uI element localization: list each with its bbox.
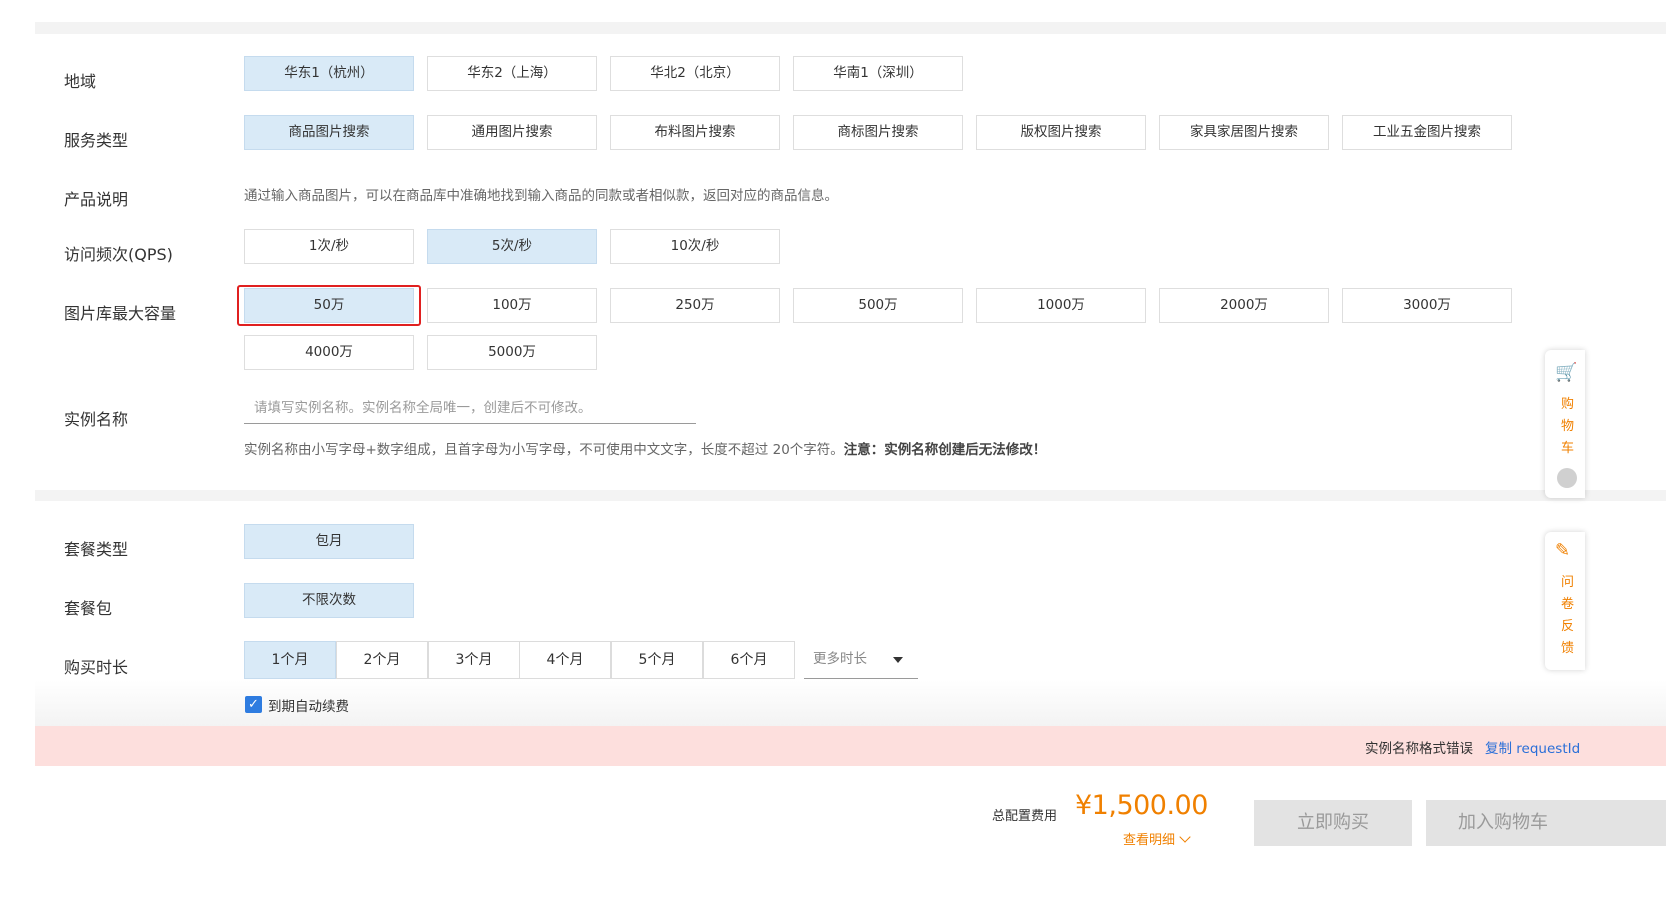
capacity-option-3000w[interactable]: 3000万	[1342, 288, 1512, 323]
edit-icon: ✎	[1555, 540, 1571, 561]
region-option-shanghai[interactable]: 华东2（上海）	[427, 56, 597, 91]
duration-option-1[interactable]: 1个月	[244, 641, 336, 679]
service-option-fabric[interactable]: 布料图片搜索	[610, 115, 780, 150]
view-details-text: 查看明细	[1123, 833, 1176, 848]
duration-option-4[interactable]: 4个月	[519, 641, 611, 679]
more-duration-text: 更多时长	[813, 651, 867, 667]
error-message: 实例名称格式错误	[1365, 741, 1473, 757]
more-duration-dropdown[interactable]: 更多时长	[804, 641, 918, 679]
auto-renew-label: 到期自动续费	[268, 699, 349, 715]
package-type-monthly[interactable]: 包月	[244, 524, 414, 559]
service-option-product[interactable]: 商品图片搜索	[244, 115, 414, 150]
instance-name-input[interactable]	[244, 392, 696, 424]
sidebar-feedback-widget[interactable]: ✎ 问卷反馈	[1545, 532, 1585, 670]
service-option-copyright[interactable]: 版权图片搜索	[976, 115, 1146, 150]
chevron-down-icon	[1179, 831, 1191, 843]
duration-option-6[interactable]: 6个月	[703, 641, 795, 679]
capacity-option-4000w[interactable]: 4000万	[244, 335, 414, 370]
total-price: ¥1,500.00	[1075, 790, 1208, 821]
service-option-general[interactable]: 通用图片搜索	[427, 115, 597, 150]
region-option-beijing[interactable]: 华北2（北京）	[610, 56, 780, 91]
capacity-option-1000w[interactable]: 1000万	[976, 288, 1146, 323]
instance-name-hint-text: 实例名称由小写字母+数字组成，且首字母为小写字母，不可使用中文文字，长度不超过 …	[244, 442, 844, 458]
instance-name-label: 实例名称	[64, 410, 129, 429]
qps-option-10[interactable]: 10次/秒	[610, 229, 780, 264]
product-desc-text: 通过输入商品图片，可以在商品库中准确地找到输入商品的同款或者相似款，返回对应的商…	[244, 188, 838, 204]
region-option-shenzhen[interactable]: 华南1（深圳）	[793, 56, 963, 91]
circle-icon	[1557, 468, 1577, 488]
cart-icon: 🛒	[1555, 362, 1578, 383]
total-cost-label: 总配置费用	[992, 809, 1058, 824]
capacity-label: 图片库最大容量	[64, 304, 177, 323]
capacity-option-500w[interactable]: 500万	[793, 288, 963, 323]
duration-option-2[interactable]: 2个月	[336, 641, 428, 679]
service-type-label: 服务类型	[64, 131, 129, 150]
capacity-option-250w[interactable]: 250万	[610, 288, 780, 323]
instance-name-hint: 实例名称由小写字母+数字组成，且首字母为小写字母，不可使用中文文字，长度不超过 …	[244, 438, 1046, 458]
region-option-hangzhou[interactable]: 华东1（杭州）	[244, 56, 414, 91]
view-details-link[interactable]: 查看明细	[1123, 829, 1191, 848]
section-divider	[35, 490, 1666, 501]
qps-label: 访问频次(QPS)	[64, 245, 173, 264]
instance-name-warning: 注意：实例名称创建后无法修改！	[843, 442, 1047, 458]
caret-down-icon	[893, 657, 903, 663]
package-type-label: 套餐类型	[64, 540, 129, 559]
qps-option-5[interactable]: 5次/秒	[427, 229, 597, 264]
region-label: 地域	[64, 72, 97, 91]
service-option-trademark[interactable]: 商标图片搜索	[793, 115, 963, 150]
buy-now-button[interactable]: 立即购买	[1254, 800, 1412, 846]
capacity-option-5000w[interactable]: 5000万	[427, 335, 597, 370]
service-option-hardware[interactable]: 工业五金图片搜索	[1342, 115, 1512, 150]
sidebar-feedback-text: 问卷反馈	[1561, 575, 1575, 656]
duration-option-3[interactable]: 3个月	[428, 641, 520, 679]
selection-highlight-box	[237, 285, 421, 326]
product-desc-label: 产品说明	[64, 190, 129, 209]
copy-request-id-link[interactable]: 复制 requestId	[1485, 737, 1580, 757]
duration-label: 购买时长	[64, 658, 129, 677]
service-option-furniture[interactable]: 家具家居图片搜索	[1159, 115, 1329, 150]
sidebar-cart-text: 购物车	[1561, 397, 1575, 456]
top-divider	[35, 22, 1666, 34]
package-label: 套餐包	[64, 599, 113, 618]
duration-option-5[interactable]: 5个月	[611, 641, 703, 679]
package-unlimited[interactable]: 不限次数	[244, 583, 414, 618]
sidebar-cart-widget[interactable]: 🛒 购物车	[1545, 350, 1585, 498]
add-to-cart-button[interactable]: 加入购物车	[1426, 800, 1666, 846]
capacity-option-2000w[interactable]: 2000万	[1159, 288, 1329, 323]
qps-option-1[interactable]: 1次/秒	[244, 229, 414, 264]
capacity-option-100w[interactable]: 100万	[427, 288, 597, 323]
checkmark-icon: ✓	[248, 697, 259, 712]
auto-renew-checkbox[interactable]: ✓	[245, 696, 262, 713]
